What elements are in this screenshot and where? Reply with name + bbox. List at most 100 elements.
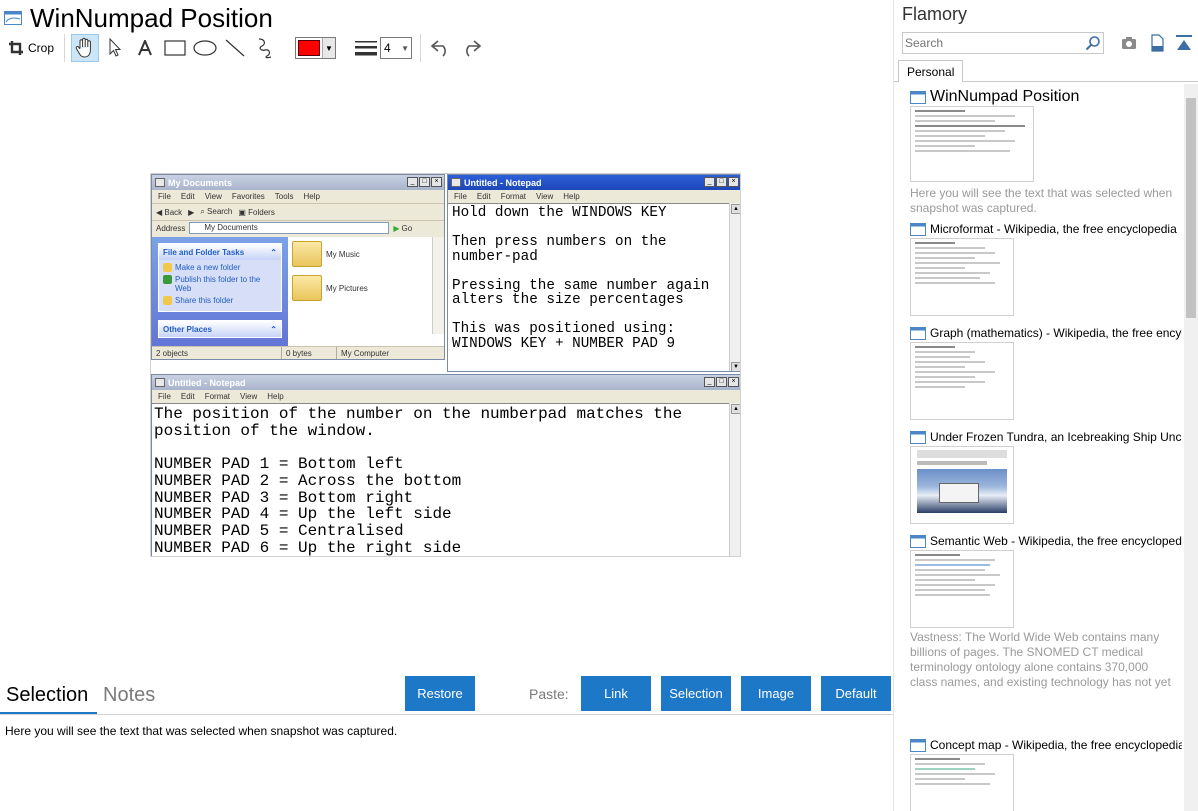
explorer-menu: File Edit View Favorites Tools Help: [152, 190, 444, 203]
list-item[interactable]: Graph (mathematics) - Wikipedia, the fre…: [910, 324, 1182, 420]
notepad-text: The position of the number on the number…: [152, 403, 740, 556]
status-objects: 2 objects: [152, 347, 282, 359]
snapshot-icon: [910, 738, 926, 752]
ellipse-tool-button[interactable]: [191, 34, 219, 62]
undo-button[interactable]: [427, 34, 455, 62]
freehand-tool-button[interactable]: [251, 34, 279, 62]
app-title: Flamory: [902, 4, 968, 24]
explorer-title: My Documents: [168, 177, 233, 188]
camera-icon[interactable]: [1120, 34, 1138, 52]
tab-selection[interactable]: Selection: [6, 684, 88, 712]
color-swatch: [298, 40, 321, 56]
scrollbar: ▲ ▼: [729, 203, 740, 371]
collapse-top-icon[interactable]: [1175, 34, 1193, 52]
explorer-statusbar: 2 objects 0 bytes My Computer: [152, 346, 444, 359]
status-size: 0 bytes: [282, 347, 337, 359]
notepad-titlebar: Untitled - Notepad _ □ ×: [152, 375, 740, 390]
snapshot-viewer: WinNumpad Position Crop ▼ 4 ▼ My Documen…: [0, 0, 893, 811]
address-label: Address: [156, 223, 186, 233]
search-icon[interactable]: [1085, 35, 1101, 51]
title-row: WinNumpad Position: [4, 2, 273, 34]
undo-icon: [430, 40, 446, 57]
paste-selection-button[interactable]: Selection: [661, 676, 731, 711]
forward-icon: ▶: [188, 207, 195, 217]
restore-button[interactable]: Restore: [405, 676, 475, 711]
notepad-text: Hold down the WINDOWS KEY Then press num…: [448, 203, 740, 371]
document-icon[interactable]: [1148, 34, 1166, 52]
explorer-content: My Music My Pictures: [288, 237, 444, 346]
explorer-window: My Documents _ □ × File Edit View Favorite…: [151, 174, 445, 360]
flamory-window: WinNumpad Position Crop ▼ 4 ▼ My Documen…: [0, 0, 1198, 811]
redo-button[interactable]: [457, 34, 485, 62]
tab-notes[interactable]: Notes: [103, 684, 155, 712]
snapshot-title: WinNumpad Position: [30, 2, 273, 33]
task-link: Share this folder: [175, 296, 234, 305]
line-icon: [225, 39, 245, 57]
divider: [0, 714, 893, 715]
task-link: Publish this folder to the Web: [175, 275, 261, 293]
list-item[interactable]: WinNumpad Position Here you will see the…: [910, 88, 1182, 215]
chevron-down-icon: ▼: [401, 43, 410, 53]
snapshot-thumbnail: [910, 238, 1014, 316]
snapshot-icon: [910, 430, 926, 444]
window-controls: _ □ ×: [704, 377, 739, 387]
tab-personal[interactable]: Personal: [898, 60, 964, 82]
music-folder-icon: [292, 241, 322, 267]
line-tool-button[interactable]: [221, 34, 249, 62]
menu-item: Help: [303, 192, 320, 201]
pan-tool-button[interactable]: [71, 34, 100, 62]
line-width-dropdown[interactable]: 4 ▼: [380, 37, 413, 59]
list-item[interactable]: Under Frozen Tundra, an Icebreaking Ship…: [910, 428, 1182, 524]
list-item[interactable]: Concept map - Wikipedia, the free encycl…: [910, 736, 1182, 811]
hand-icon: [75, 37, 91, 58]
ellipse-icon: [193, 40, 217, 56]
snapshot-thumbnail: [910, 342, 1014, 420]
list-item[interactable]: Microformat - Wikipedia, the free encycl…: [910, 220, 1182, 316]
selection-text[interactable]: Here you will see the text that was sele…: [5, 724, 397, 738]
paste-link-button[interactable]: Link: [581, 676, 651, 711]
explorer-body: File and Folder Tasks ⌃ Make a new folder…: [152, 237, 444, 346]
snapshot-thumbnail: [910, 446, 1014, 524]
paste-default-button[interactable]: Default: [821, 676, 891, 711]
list-item-title: Semantic Web - Wikipedia, the free encyc…: [930, 534, 1182, 548]
list-item-description: Here you will see the text that was sele…: [910, 186, 1173, 215]
menu-item: Favorites: [231, 192, 265, 201]
snapshot-icon: [910, 90, 926, 104]
rectangle-tool-button[interactable]: [161, 34, 189, 62]
panel-header: File and Folder Tasks: [163, 247, 245, 257]
window-controls: _ □ ×: [407, 177, 442, 187]
text-tool-button[interactable]: [131, 34, 159, 62]
notepad-title: Untitled - Notepad: [464, 177, 542, 188]
list-item-title: Graph (mathematics) - Wikipedia, the fre…: [930, 326, 1182, 340]
search-field[interactable]: [902, 32, 1104, 54]
annotation-toolbar: Crop ▼ 4 ▼: [4, 33, 487, 63]
list-item-title: Concept map - Wikipedia, the free encycl…: [930, 738, 1182, 752]
scrollbar: [432, 237, 444, 334]
arrow-cursor-icon: [109, 38, 122, 57]
menu-item: Edit: [180, 192, 195, 201]
chevron-down-icon: ▼: [322, 38, 336, 58]
scrollbar-thumb[interactable]: [1186, 98, 1196, 318]
toolbar-separator: [64, 34, 66, 62]
other-places-panel: Other Places ⌃: [158, 320, 282, 338]
snapshot-list: WinNumpad Position Here you will see the…: [894, 84, 1185, 811]
sidebar-scrollbar[interactable]: [1184, 84, 1198, 811]
explorer-toolbar: ◀ Back ▶ ⌕ Search ▣ Folders: [152, 203, 444, 220]
folder-item: My Music: [292, 241, 440, 267]
rectangle-icon: [164, 40, 186, 56]
list-item-title: Microformat - Wikipedia, the free encycl…: [930, 222, 1177, 236]
pictures-folder-icon: [292, 275, 322, 301]
notepad-menu: File Edit Format View Help: [448, 190, 740, 203]
select-tool-button[interactable]: [101, 34, 129, 62]
color-dropdown[interactable]: ▼: [295, 37, 337, 59]
search-input[interactable]: [905, 36, 1085, 50]
crop-button[interactable]: Crop: [4, 34, 58, 62]
go-button: ▶ Go: [393, 223, 413, 233]
snapshot-image[interactable]: My Documents _ □ × File Edit View Favorite…: [150, 173, 741, 557]
notepad-titlebar: Untitled - Notepad _ □ ×: [448, 175, 740, 190]
crop-label: Crop: [28, 41, 55, 55]
scrollbar: ▲: [729, 403, 740, 556]
toolbar-separator: [420, 34, 422, 62]
list-item[interactable]: Semantic Web - Wikipedia, the free encyc…: [910, 532, 1182, 689]
paste-image-button[interactable]: Image: [741, 676, 811, 711]
